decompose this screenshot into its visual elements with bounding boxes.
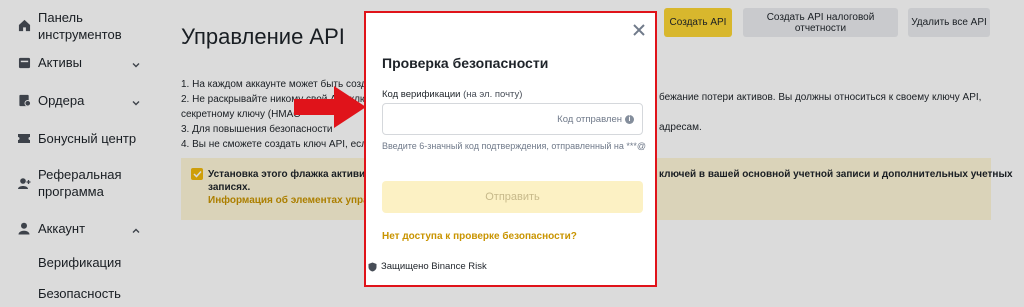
submit-button[interactable]: Отправить (382, 181, 643, 213)
security-verification-modal: Проверка безопасности Код верификации (н… (364, 11, 657, 287)
red-arrow-icon (294, 86, 366, 128)
close-icon[interactable] (632, 23, 648, 39)
code-help-text: Введите 6-значный код подтверждения, отп… (382, 141, 647, 151)
modal-title: Проверка безопасности (382, 55, 549, 71)
info-icon[interactable]: i (625, 115, 634, 124)
code-sent-status: Код отправлен (557, 114, 622, 125)
protected-by-text: Защищено Binance Risk (381, 261, 487, 272)
shield-icon (368, 262, 377, 272)
verification-code-input[interactable] (391, 111, 541, 127)
field-label-hint: (на эл. почту) (463, 89, 523, 100)
verification-code-field[interactable]: Код отправлен i (382, 103, 643, 135)
verification-code-label: Код верификации (на эл. почту) (382, 89, 522, 100)
no-access-link[interactable]: Нет доступа к проверке безопасности? (382, 231, 577, 242)
field-label-text: Код верификации (382, 89, 461, 100)
protected-by-footer: Защищено Binance Risk (368, 261, 487, 272)
